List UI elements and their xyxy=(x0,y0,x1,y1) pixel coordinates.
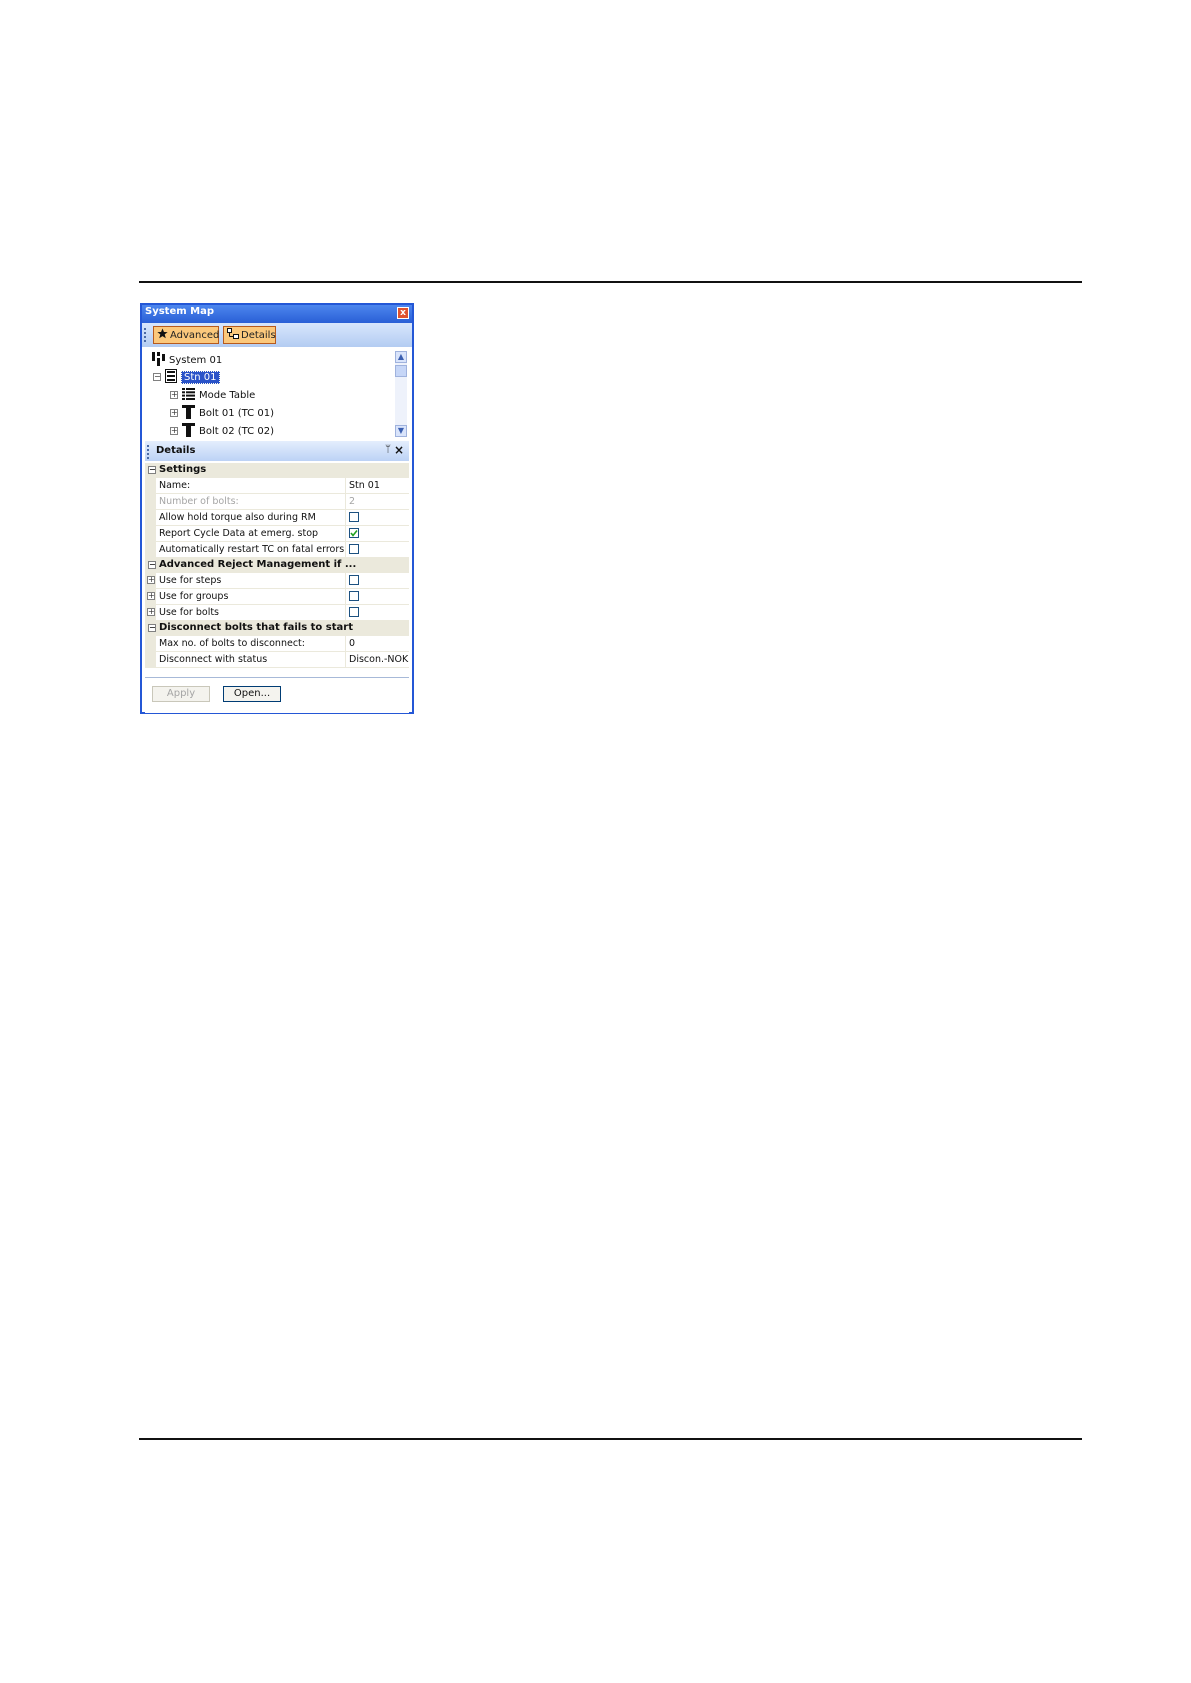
checkbox[interactable] xyxy=(349,512,359,522)
system-icon xyxy=(152,351,165,369)
details-title: Details xyxy=(156,445,196,456)
expand-icon[interactable]: + xyxy=(170,427,178,435)
star-icon xyxy=(157,328,168,342)
tree-item-bolt01[interactable]: + Bolt 01 (TC 01) xyxy=(170,404,274,422)
checkbox[interactable] xyxy=(349,544,359,554)
details-tree-icon xyxy=(227,328,239,342)
property-name: Number of bolts: xyxy=(159,496,239,507)
property-name: Use for steps xyxy=(159,575,222,586)
property-row[interactable]: Max no. of bolts to disconnect: 0 xyxy=(145,636,409,652)
tree-item-stn01[interactable]: − Stn 01 xyxy=(153,368,220,386)
toolbar: Advanced Details xyxy=(142,323,412,347)
advanced-button-label: Advanced xyxy=(170,329,220,341)
property-name: Automatically restart TC on fatal errors xyxy=(159,544,344,555)
close-icon[interactable]: × xyxy=(394,443,404,457)
mode-table-icon xyxy=(182,387,195,403)
bolt-icon xyxy=(182,422,195,440)
property-row[interactable]: Allow hold torque also during RM xyxy=(145,510,409,526)
station-icon xyxy=(165,368,177,386)
property-row: Number of bolts: 2 xyxy=(145,494,409,510)
collapse-icon[interactable]: − xyxy=(148,561,156,569)
expand-icon[interactable]: + xyxy=(147,592,155,600)
expand-icon[interactable]: + xyxy=(147,608,155,616)
expand-icon[interactable]: + xyxy=(147,576,155,584)
scroll-thumb[interactable] xyxy=(395,365,407,377)
scroll-down-icon[interactable]: ▼ xyxy=(395,425,407,437)
tree-item-label: Bolt 02 (TC 02) xyxy=(199,425,274,437)
tree-item-label: Mode Table xyxy=(199,389,256,401)
category-label: Settings xyxy=(159,464,207,475)
system-tree[interactable]: System 01 − Stn 01 + Mode Table + Bolt 0… xyxy=(145,347,409,439)
property-row[interactable]: Name: Stn 01 xyxy=(145,478,409,494)
tree-item-bolt02[interactable]: + Bolt 02 (TC 02) xyxy=(170,422,274,440)
category-label: Advanced Reject Management if ... xyxy=(159,559,357,570)
property-row[interactable]: Disconnect with status Discon.-NOK xyxy=(145,652,409,668)
tree-item-label: System 01 xyxy=(169,354,223,366)
collapse-icon[interactable]: − xyxy=(148,466,156,474)
property-name: Disconnect with status xyxy=(159,654,268,665)
close-icon[interactable]: x xyxy=(397,307,409,319)
property-value[interactable]: Stn 01 xyxy=(349,480,409,491)
collapse-icon[interactable]: − xyxy=(148,624,156,632)
checkbox[interactable] xyxy=(349,591,359,601)
checkmark-icon xyxy=(350,530,358,537)
scroll-up-icon[interactable]: ▲ xyxy=(395,351,407,363)
category-label: Disconnect bolts that fails to start xyxy=(159,622,353,633)
panel-grip[interactable] xyxy=(147,445,149,459)
property-row[interactable]: + Use for bolts xyxy=(145,605,409,621)
tree-item-label: Stn 01 xyxy=(181,370,220,384)
system-map-window: System Map x Advanced Details System 01 … xyxy=(140,303,414,714)
property-name: Use for bolts xyxy=(159,607,220,618)
property-name: Name: xyxy=(159,480,191,491)
toolbar-grip[interactable] xyxy=(144,328,146,342)
property-name: Max no. of bolts to disconnect: xyxy=(159,638,305,649)
page-bottom-rule xyxy=(139,1438,1082,1440)
collapse-icon[interactable]: − xyxy=(153,373,161,381)
checkbox[interactable] xyxy=(349,528,359,538)
tree-item-system[interactable]: System 01 xyxy=(152,351,223,369)
details-button[interactable]: Details xyxy=(223,326,276,344)
tree-item-mode-table[interactable]: + Mode Table xyxy=(170,387,255,403)
page-top-rule xyxy=(139,281,1082,283)
property-name: Allow hold torque also during RM xyxy=(159,512,316,523)
details-footer: Apply Open... xyxy=(145,677,409,713)
property-name: Use for groups xyxy=(159,591,229,602)
checkbox[interactable] xyxy=(349,575,359,585)
pin-icon[interactable]: ᛘ xyxy=(385,444,391,455)
property-value[interactable]: 0 xyxy=(349,638,409,649)
window-title: System Map xyxy=(145,306,214,317)
expand-icon[interactable]: + xyxy=(170,391,178,399)
advanced-button[interactable]: Advanced xyxy=(153,326,219,344)
category-advanced-reject-management[interactable]: − Advanced Reject Management if ... xyxy=(145,558,409,573)
checkbox[interactable] xyxy=(349,607,359,617)
open-button[interactable]: Open... xyxy=(223,686,281,702)
title-bar[interactable]: System Map x xyxy=(142,305,412,323)
apply-button[interactable]: Apply xyxy=(152,686,210,702)
property-row[interactable]: + Use for steps xyxy=(145,573,409,589)
category-settings[interactable]: − Settings xyxy=(145,463,409,478)
tree-scrollbar[interactable]: ▲ ▼ xyxy=(395,351,407,437)
property-row[interactable]: Report Cycle Data at emerg. stop xyxy=(145,526,409,542)
property-row[interactable]: Automatically restart TC on fatal errors xyxy=(145,542,409,558)
category-disconnect-bolts[interactable]: − Disconnect bolts that fails to start xyxy=(145,621,409,636)
property-row[interactable]: + Use for groups xyxy=(145,589,409,605)
expand-icon[interactable]: + xyxy=(170,409,178,417)
property-value[interactable]: Discon.-NOK xyxy=(349,654,409,665)
details-panel-header: Details ᛘ × xyxy=(145,441,409,461)
bolt-icon xyxy=(182,404,195,422)
property-name: Report Cycle Data at emerg. stop xyxy=(159,528,319,539)
tree-item-label: Bolt 01 (TC 01) xyxy=(199,407,274,419)
property-grid: − Settings Name: Stn 01 Number of bolts:… xyxy=(145,463,409,668)
details-button-label: Details xyxy=(241,329,276,341)
property-value: 2 xyxy=(349,496,356,507)
